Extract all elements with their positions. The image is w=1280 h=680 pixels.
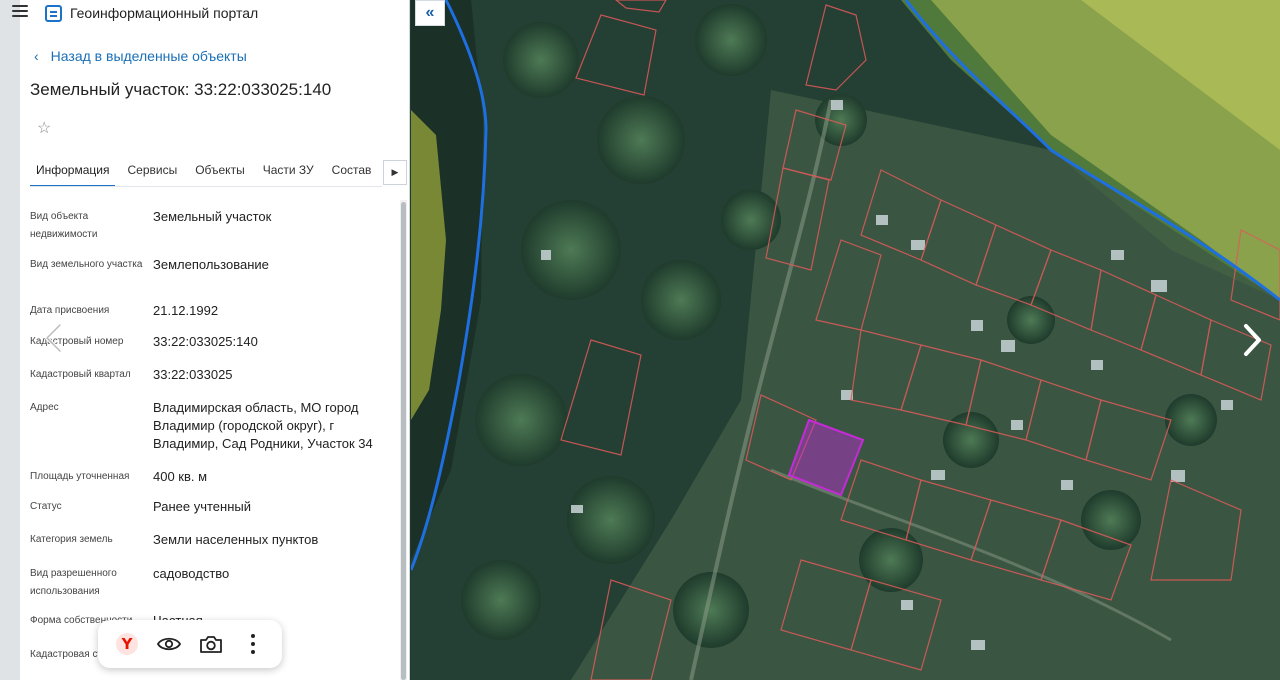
property-value: 33:22:033025:140 bbox=[153, 334, 258, 349]
portal-logo-icon bbox=[45, 5, 62, 22]
floating-toolbar: Y bbox=[98, 620, 282, 668]
tab-parts[interactable]: Части ЗУ bbox=[263, 157, 314, 186]
property-label: Дата присвоения bbox=[30, 305, 110, 316]
property-value: 33:22:033025 bbox=[153, 367, 233, 382]
property-label: Кадастровый квартал bbox=[30, 369, 131, 380]
property-value: 400 кв. м bbox=[153, 469, 208, 484]
camera-icon bbox=[200, 636, 222, 653]
eye-icon bbox=[157, 637, 181, 651]
property-label: Адрес bbox=[30, 402, 59, 413]
back-link-label: Назад в выделенные объекты bbox=[50, 48, 247, 64]
property-label: Вид объекта недвижимости bbox=[30, 211, 98, 240]
property-label: Вид разрешенного использования bbox=[30, 568, 117, 597]
favorite-star-icon[interactable]: ☆ bbox=[37, 118, 51, 138]
menu-icon[interactable] bbox=[12, 5, 28, 19]
previous-photo-arrow-icon[interactable] bbox=[40, 322, 68, 354]
tab-composition[interactable]: Состав bbox=[332, 157, 372, 186]
chevron-left-icon: ‹ bbox=[34, 48, 39, 64]
object-title: Земельный участок: 33:22:033025:140 bbox=[30, 80, 332, 99]
next-photo-arrow-icon[interactable] bbox=[1237, 322, 1267, 358]
collapse-panel-button[interactable]: « bbox=[415, 0, 445, 26]
info-sidebar: Геоинформационный портал ‹ Назад в выдел… bbox=[0, 0, 410, 680]
tabs-scroll-right-button[interactable]: ▶ bbox=[383, 160, 407, 185]
tab-objects[interactable]: Объекты bbox=[195, 157, 245, 186]
property-value: Землепользование bbox=[153, 257, 269, 272]
screenshot-button[interactable] bbox=[194, 627, 228, 661]
property-value: Владимирская область, МО город Владимир … bbox=[153, 400, 373, 451]
map-canvas[interactable] bbox=[411, 0, 1280, 680]
portal-title: Геоинформационный портал bbox=[70, 5, 259, 21]
sidebar-scrollbar[interactable] bbox=[400, 200, 407, 680]
property-label: Вид земельного участка bbox=[30, 259, 143, 270]
caret-right-icon: ▶ bbox=[391, 167, 399, 177]
tab-services[interactable]: Сервисы bbox=[127, 157, 177, 186]
property-value: 21.12.1992 bbox=[153, 303, 219, 318]
property-value: Земельный участок bbox=[153, 209, 272, 224]
property-value: Земли населенных пунктов bbox=[153, 532, 319, 547]
property-value: Ранее учтенный bbox=[153, 499, 251, 514]
satellite-map[interactable] bbox=[411, 0, 1280, 680]
property-label: Статус bbox=[30, 501, 62, 512]
property-value: садоводство bbox=[153, 566, 230, 581]
info-tabs: Информация Сервисы Объекты Части ЗУ Сост… bbox=[30, 157, 382, 187]
tab-info[interactable]: Информация bbox=[30, 157, 117, 186]
view-button[interactable] bbox=[152, 627, 186, 661]
sidebar-edge bbox=[0, 0, 20, 680]
back-to-selected-link[interactable]: ‹ Назад в выделенные объекты bbox=[34, 48, 247, 64]
double-chevron-left-icon: « bbox=[425, 4, 435, 21]
property-label: Категория земель bbox=[30, 534, 113, 545]
more-vertical-icon bbox=[251, 634, 255, 654]
yandex-logo-icon: Y bbox=[116, 633, 138, 655]
scrollbar-thumb[interactable] bbox=[401, 202, 406, 680]
yandex-button[interactable]: Y bbox=[110, 627, 144, 661]
more-button[interactable] bbox=[236, 627, 270, 661]
property-label: Площадь уточненная bbox=[30, 471, 130, 482]
